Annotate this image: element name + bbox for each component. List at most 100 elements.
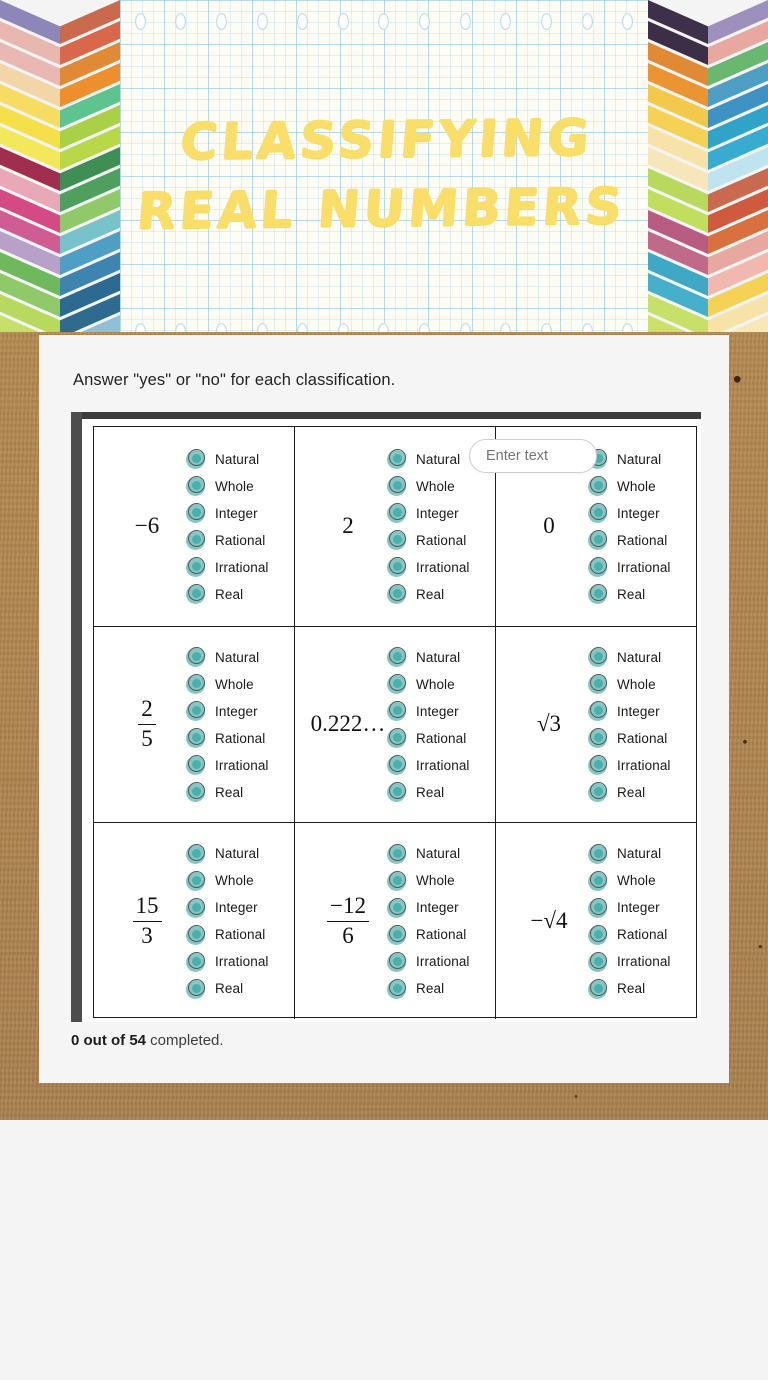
classification-option-rational[interactable]: Rational: [588, 528, 671, 553]
radio-bullet-icon[interactable]: [588, 557, 608, 577]
radio-bullet-icon[interactable]: [588, 755, 608, 775]
classification-option-integer[interactable]: Integer: [186, 895, 269, 920]
horizontal-scrollbar[interactable]: [71, 412, 701, 419]
radio-bullet-icon[interactable]: [186, 870, 206, 891]
classification-option-natural[interactable]: Natural: [186, 841, 269, 866]
answer-text-input[interactable]: [469, 439, 597, 473]
radio-bullet-icon[interactable]: [387, 530, 407, 550]
radio-bullet-icon[interactable]: [387, 647, 407, 667]
classification-option-real[interactable]: Real: [186, 780, 269, 805]
radio-bullet-icon[interactable]: [387, 755, 407, 775]
classification-option-irrational[interactable]: Irrational: [186, 753, 269, 778]
classification-option-integer[interactable]: Integer: [387, 501, 470, 526]
radio-bullet-icon[interactable]: [186, 557, 206, 577]
classification-option-real[interactable]: Real: [387, 976, 470, 1001]
classification-option-whole[interactable]: Whole: [588, 868, 671, 893]
classification-option-whole[interactable]: Whole: [186, 672, 269, 697]
classification-option-irrational[interactable]: Irrational: [387, 949, 470, 974]
classification-option-irrational[interactable]: Irrational: [387, 753, 470, 778]
radio-bullet-icon[interactable]: [186, 674, 206, 694]
radio-bullet-icon[interactable]: [588, 701, 608, 721]
radio-bullet-icon[interactable]: [387, 924, 407, 945]
radio-bullet-icon[interactable]: [588, 951, 608, 972]
radio-bullet-icon[interactable]: [387, 951, 407, 972]
classification-option-natural[interactable]: Natural: [387, 841, 470, 866]
classification-option-real[interactable]: Real: [588, 582, 671, 607]
classification-option-integer[interactable]: Integer: [186, 699, 269, 724]
classification-option-integer[interactable]: Integer: [588, 895, 671, 920]
classification-option-rational[interactable]: Rational: [387, 922, 470, 947]
classification-option-natural[interactable]: Natural: [588, 645, 671, 670]
classification-option-real[interactable]: Real: [186, 976, 269, 1001]
classification-option-natural[interactable]: Natural: [588, 447, 671, 472]
classification-option-integer[interactable]: Integer: [588, 699, 671, 724]
classification-option-real[interactable]: Real: [186, 582, 269, 607]
classification-option-natural[interactable]: Natural: [387, 645, 470, 670]
radio-bullet-icon[interactable]: [588, 924, 608, 945]
classification-option-real[interactable]: Real: [588, 976, 671, 1001]
radio-bullet-icon[interactable]: [387, 449, 407, 469]
classification-option-rational[interactable]: Rational: [588, 726, 671, 751]
radio-bullet-icon[interactable]: [387, 897, 407, 918]
radio-bullet-icon[interactable]: [588, 870, 608, 891]
classification-option-whole[interactable]: Whole: [387, 474, 470, 499]
radio-bullet-icon[interactable]: [588, 674, 608, 694]
classification-option-natural[interactable]: Natural: [387, 447, 470, 472]
classification-option-irrational[interactable]: Irrational: [186, 949, 269, 974]
radio-bullet-icon[interactable]: [588, 978, 608, 999]
radio-bullet-icon[interactable]: [186, 897, 206, 918]
classification-option-whole[interactable]: Whole: [387, 868, 470, 893]
radio-bullet-icon[interactable]: [186, 584, 206, 604]
classification-option-integer[interactable]: Integer: [186, 501, 269, 526]
radio-bullet-icon[interactable]: [186, 924, 206, 945]
radio-bullet-icon[interactable]: [387, 701, 407, 721]
radio-bullet-icon[interactable]: [588, 584, 608, 604]
radio-bullet-icon[interactable]: [588, 647, 608, 667]
classification-option-rational[interactable]: Rational: [186, 922, 269, 947]
classification-option-natural[interactable]: Natural: [186, 447, 269, 472]
classification-option-whole[interactable]: Whole: [387, 672, 470, 697]
radio-bullet-icon[interactable]: [387, 843, 407, 864]
classification-option-natural[interactable]: Natural: [186, 645, 269, 670]
radio-bullet-icon[interactable]: [387, 728, 407, 748]
classification-option-integer[interactable]: Integer: [387, 699, 470, 724]
radio-bullet-icon[interactable]: [588, 728, 608, 748]
radio-bullet-icon[interactable]: [186, 782, 206, 802]
radio-bullet-icon[interactable]: [387, 584, 407, 604]
radio-bullet-icon[interactable]: [186, 701, 206, 721]
classification-option-whole[interactable]: Whole: [588, 474, 671, 499]
radio-bullet-icon[interactable]: [387, 674, 407, 694]
radio-bullet-icon[interactable]: [387, 782, 407, 802]
classification-option-rational[interactable]: Rational: [387, 528, 470, 553]
classification-option-real[interactable]: Real: [387, 780, 470, 805]
classification-option-whole[interactable]: Whole: [186, 868, 269, 893]
radio-bullet-icon[interactable]: [588, 897, 608, 918]
classification-option-natural[interactable]: Natural: [588, 841, 671, 866]
classification-option-irrational[interactable]: Irrational: [588, 949, 671, 974]
radio-bullet-icon[interactable]: [186, 728, 206, 748]
radio-bullet-icon[interactable]: [588, 530, 608, 550]
classification-option-integer[interactable]: Integer: [588, 501, 671, 526]
radio-bullet-icon[interactable]: [186, 449, 206, 469]
classification-option-rational[interactable]: Rational: [588, 922, 671, 947]
classification-option-real[interactable]: Real: [387, 582, 470, 607]
classification-option-rational[interactable]: Rational: [186, 726, 269, 751]
classification-option-integer[interactable]: Integer: [387, 895, 470, 920]
radio-bullet-icon[interactable]: [387, 870, 407, 891]
radio-bullet-icon[interactable]: [186, 530, 206, 550]
radio-bullet-icon[interactable]: [588, 843, 608, 864]
radio-bullet-icon[interactable]: [588, 476, 608, 496]
classification-option-rational[interactable]: Rational: [387, 726, 470, 751]
vertical-scrollbar[interactable]: [71, 412, 82, 1022]
radio-bullet-icon[interactable]: [186, 843, 206, 864]
classification-option-irrational[interactable]: Irrational: [186, 555, 269, 580]
radio-bullet-icon[interactable]: [186, 476, 206, 496]
radio-bullet-icon[interactable]: [186, 755, 206, 775]
radio-bullet-icon[interactable]: [186, 978, 206, 999]
classification-option-irrational[interactable]: Irrational: [588, 555, 671, 580]
radio-bullet-icon[interactable]: [387, 978, 407, 999]
radio-bullet-icon[interactable]: [186, 647, 206, 667]
radio-bullet-icon[interactable]: [387, 557, 407, 577]
radio-bullet-icon[interactable]: [387, 503, 407, 523]
radio-bullet-icon[interactable]: [588, 503, 608, 523]
